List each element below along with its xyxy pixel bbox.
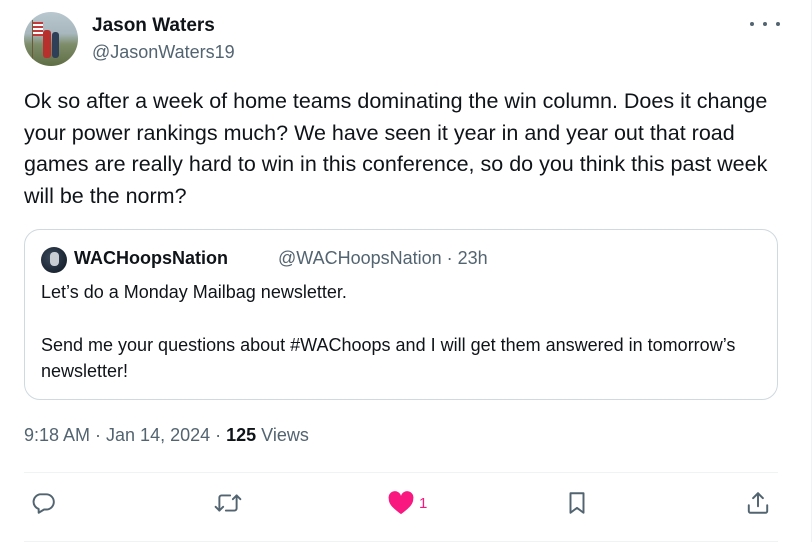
tweet-text: Ok so after a week of home teams dominat… [24, 89, 768, 208]
author-avatar[interactable] [24, 12, 78, 66]
share-button[interactable] [745, 489, 771, 517]
quoted-tweet-text: Let’s do a Monday Mailbag newsletter. Se… [41, 279, 761, 385]
divider [24, 472, 778, 473]
quoted-tweet[interactable]: WACHoopsNation @WACHoopsNation · 23h Let… [24, 229, 778, 400]
views-label: Views [256, 425, 309, 445]
retweet-button[interactable] [214, 489, 242, 517]
like-button[interactable]: 1 [387, 489, 427, 517]
dot [763, 22, 767, 26]
bookmark-button[interactable] [565, 489, 589, 517]
dot [750, 22, 754, 26]
timestamp[interactable]: 9:18 AM · Jan 14, 2024 · [24, 425, 226, 445]
more-options-icon[interactable] [750, 14, 780, 34]
bookmark-icon [569, 492, 585, 514]
avatar-figure [43, 30, 51, 58]
quoted-author-name: WACHoopsNation [74, 248, 228, 268]
quoted-author-avatar [41, 247, 67, 273]
quoted-text-line: Let’s do a Monday Mailbag newsletter. [41, 282, 347, 302]
flag [33, 22, 43, 36]
share-icon [747, 492, 769, 514]
quoted-text-line: Send me your questions about #WAChoops a… [41, 334, 736, 382]
reply-button[interactable] [30, 489, 56, 517]
tweet-metadata: 9:18 AM · Jan 14, 2024 · 125 Views [24, 425, 309, 446]
tweet-card: Jason Waters @JasonWaters19 Ok so after … [0, 0, 811, 542]
dot [776, 22, 780, 26]
reply-icon [32, 493, 55, 514]
heart-icon [388, 491, 414, 515]
like-count: 1 [419, 494, 428, 512]
quoted-author-handle-time: @WACHoopsNation · 23h [278, 248, 488, 268]
avatar-figure [52, 32, 59, 58]
views-count: 125 [226, 425, 257, 445]
retweet-icon [214, 494, 242, 512]
author-handle[interactable]: @JasonWaters19 [92, 42, 235, 63]
author-name[interactable]: Jason Waters [92, 15, 215, 37]
